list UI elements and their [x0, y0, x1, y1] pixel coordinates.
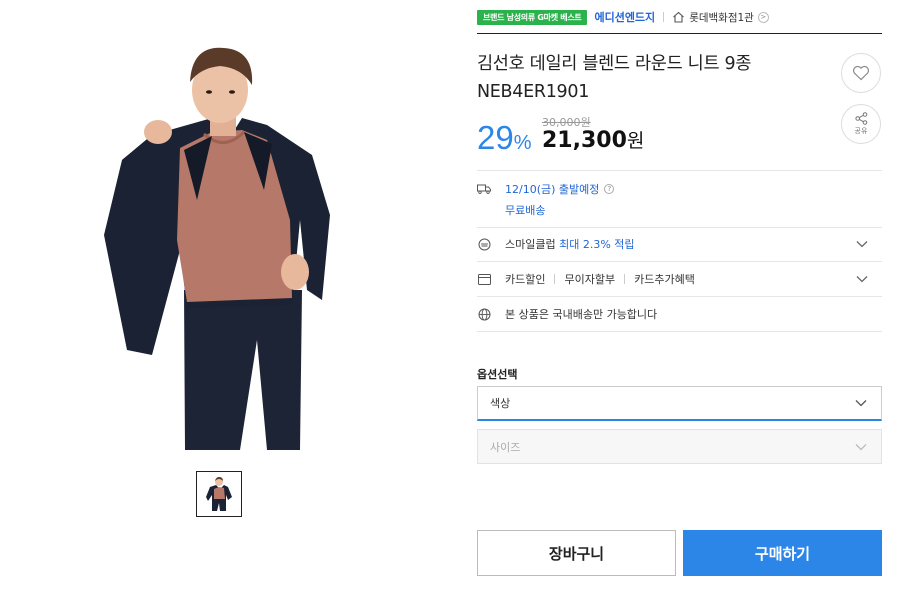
globe-icon [477, 307, 491, 321]
discount-rate: 29% [477, 118, 532, 163]
size-select-label: 사이즈 [490, 440, 521, 454]
smile-club-label: 스마일클럽 [505, 238, 556, 251]
help-icon[interactable]: ? [604, 184, 615, 194]
sale-price-currency: 원 [626, 130, 645, 152]
divider [477, 296, 882, 297]
smile-club-benefit: 최대 2.3% 적립 [559, 238, 635, 251]
product-title: 김선호 데일리 블렌드 라운드 니트 9종 NEB4ER1901 [477, 54, 752, 102]
chevron-down-icon [856, 241, 868, 248]
divider [624, 274, 626, 284]
divider [663, 12, 665, 22]
divider [477, 261, 882, 262]
option-section-label: 옵션선택 [477, 368, 518, 381]
chevron-down-icon [855, 400, 867, 407]
seller-row: 브랜드 남성의류 G마켓 베스트 에디션엔드지 롯데백화점1관 > [477, 8, 769, 26]
card-icon [477, 272, 491, 286]
divider [477, 227, 882, 228]
smile-club-row[interactable]: 스마일클럽 최대 2.3% 적립 [477, 236, 882, 252]
buy-now-button[interactable]: 구매하기 [683, 530, 882, 576]
share-label: 공유 [854, 127, 868, 135]
best-badge: 브랜드 남성의류 G마켓 베스트 [477, 9, 588, 25]
department-link[interactable]: 롯데백화점1관 > [672, 10, 769, 25]
shop-name-link[interactable]: 에디션엔드지 [594, 9, 655, 25]
discount-value: 29 [477, 119, 514, 156]
add-to-cart-button[interactable]: 장바구니 [477, 530, 676, 576]
shipping-notice-row: 본 상품은 국내배송만 가능합니다 [477, 306, 882, 322]
card-discount-label: 카드할인 [505, 273, 546, 286]
color-select[interactable]: 색상 [477, 386, 882, 421]
sale-price-value: 21,300 [542, 128, 627, 153]
free-shipping-label: 무료배송 [505, 204, 546, 217]
shipping-notice-text: 본 상품은 국내배송만 가능합니다 [505, 308, 658, 321]
card-benefit-row[interactable]: 카드할인 무이자할부 카드추가혜택 [477, 271, 882, 287]
header-divider [477, 33, 882, 34]
heart-icon [852, 65, 870, 81]
sale-price: 21,300원 [542, 126, 644, 153]
divider [554, 274, 556, 284]
free-shipping-row: 무료배송 [477, 202, 882, 218]
color-select-label: 색상 [490, 397, 511, 410]
home-icon [673, 11, 685, 23]
truck-icon [477, 182, 491, 196]
card-extra-label: 카드추가혜택 [634, 273, 695, 286]
chevron-right-icon: > [757, 11, 769, 23]
product-thumbnail[interactable] [196, 471, 242, 517]
delivery-row: 12/10(금) 출발예정 ? [477, 181, 882, 197]
discount-percent: % [513, 132, 532, 154]
installment-label: 무이자할부 [564, 273, 616, 286]
chevron-down-icon [855, 443, 867, 450]
divider [477, 331, 882, 332]
delivery-date: 12/10(금) 출발예정 [505, 183, 600, 196]
share-icon [854, 112, 867, 125]
department-label: 롯데백화점1관 [689, 11, 754, 24]
product-main-image [92, 40, 342, 452]
chevron-down-icon [856, 276, 868, 283]
smile-coin-icon [477, 237, 491, 251]
divider [477, 170, 882, 171]
size-select[interactable]: 사이즈 [477, 429, 882, 464]
share-button[interactable]: 공유 [841, 104, 881, 144]
wishlist-button[interactable] [841, 53, 881, 93]
